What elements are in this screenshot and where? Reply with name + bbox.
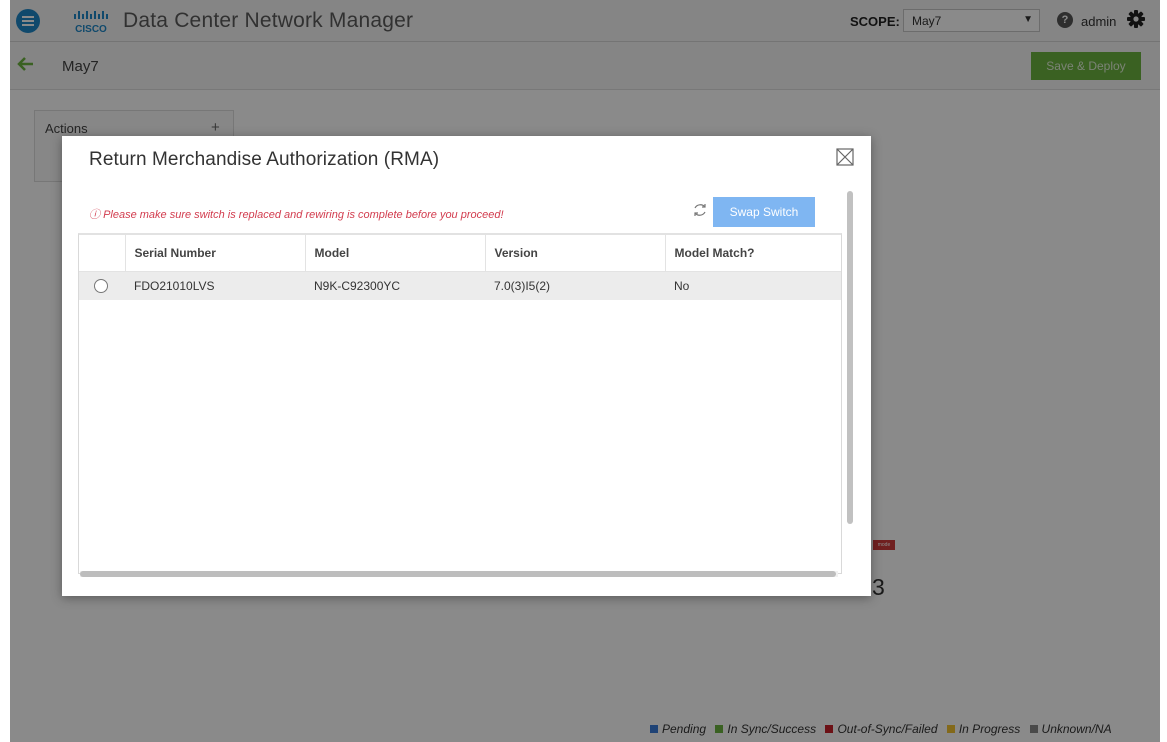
row-select-cell bbox=[79, 271, 125, 300]
refresh-icon[interactable] bbox=[692, 202, 708, 218]
warning-message: ⓘ Please make sure switch is replaced an… bbox=[89, 206, 504, 222]
horizontal-scrollbar[interactable] bbox=[80, 571, 838, 577]
column-header-select bbox=[79, 235, 126, 272]
vertical-scrollbar-thumb[interactable] bbox=[847, 191, 853, 524]
serial-number-cell: FDO21010LVS bbox=[125, 271, 305, 300]
dialog-title: Return Merchandise Authorization (RMA) bbox=[89, 149, 440, 170]
table-header-row: Serial Number Model Version Model Match? bbox=[79, 235, 841, 272]
swap-switch-button[interactable]: Swap Switch bbox=[713, 197, 815, 227]
row-radio-button[interactable] bbox=[94, 279, 108, 294]
switch-table: Serial Number Model Version Model Match?… bbox=[78, 233, 842, 574]
table-row[interactable]: FDO21010LVS N9K-C92300YC 7.0(3)I5(2) No bbox=[79, 271, 841, 300]
version-cell: 7.0(3)I5(2) bbox=[485, 271, 665, 300]
model-cell: N9K-C92300YC bbox=[305, 271, 485, 300]
column-header-model-match[interactable]: Model Match? bbox=[665, 235, 841, 272]
column-header-version[interactable]: Version bbox=[485, 235, 666, 272]
warning-text: Please make sure switch is replaced and … bbox=[103, 209, 504, 221]
info-circle-icon: ⓘ bbox=[89, 209, 100, 221]
vertical-scrollbar[interactable] bbox=[845, 191, 855, 581]
horizontal-scrollbar-thumb[interactable] bbox=[80, 571, 836, 577]
rma-dialog: Return Merchandise Authorization (RMA) ⓘ… bbox=[62, 136, 871, 596]
close-icon[interactable] bbox=[836, 148, 854, 166]
model-match-cell: No bbox=[665, 271, 841, 300]
column-header-model[interactable]: Model bbox=[305, 235, 486, 272]
column-header-serial[interactable]: Serial Number bbox=[125, 235, 306, 272]
